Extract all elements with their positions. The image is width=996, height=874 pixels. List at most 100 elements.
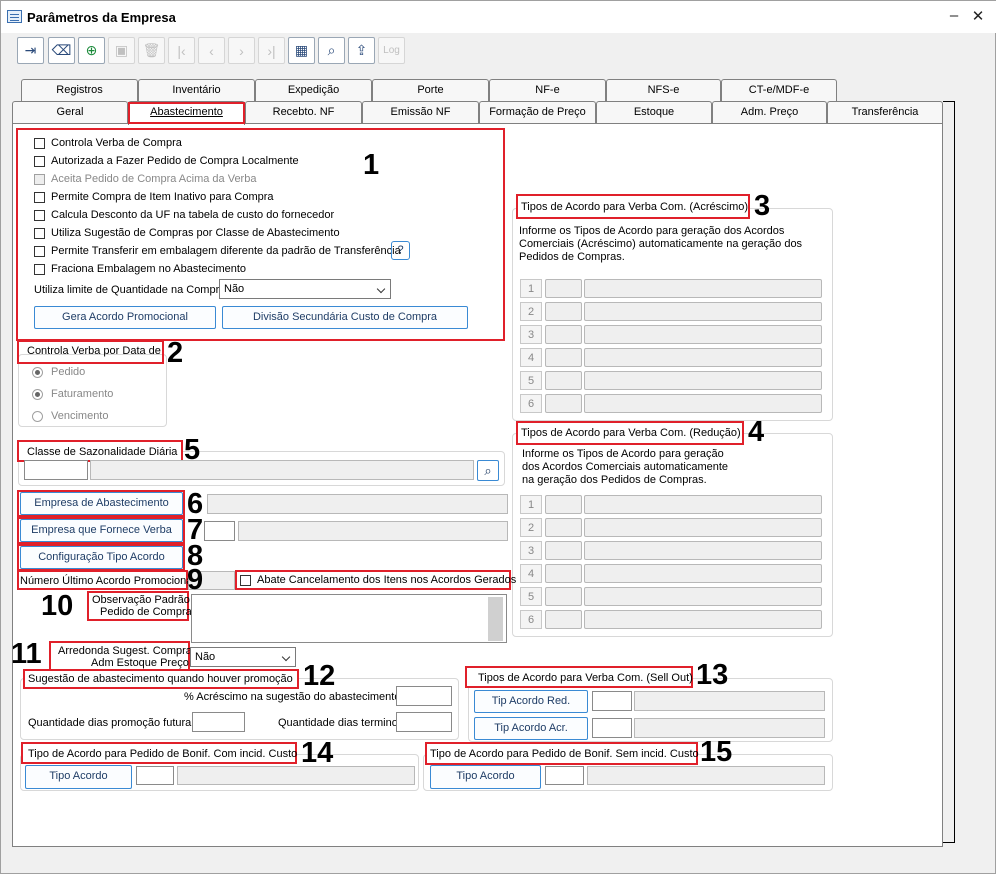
acrescimo-input[interactable] xyxy=(396,686,452,706)
acordo-code-cell[interactable] xyxy=(545,325,582,344)
radio-pedido[interactable]: Pedido xyxy=(32,366,85,378)
verba-data-title: Controla Verba por Data de xyxy=(27,345,161,357)
acordo-code-cell[interactable] xyxy=(545,518,582,537)
tab-registros[interactable]: Registros xyxy=(21,79,138,101)
search-icon[interactable]: ⌕ xyxy=(318,37,345,64)
acordo-code-cell[interactable] xyxy=(545,302,582,321)
acordo-code-cell[interactable] xyxy=(545,371,582,390)
checkbox-autorizada-pedido[interactable]: Autorizada a Fazer Pedido de Compra Loca… xyxy=(34,155,299,167)
window: Parâmetros da Empresa – ✕ ⇥ ⌫ ⊕ ▣ 🗑 |‹ ‹… xyxy=(0,0,996,874)
checkbox-desconto-uf[interactable]: Calcula Desconto da UF na tabela de cust… xyxy=(34,209,334,221)
sazonalidade-code-input[interactable] xyxy=(24,460,88,480)
tab-estoque[interactable]: Estoque xyxy=(596,101,712,123)
checkbox-abate-cancelamento[interactable]: Abate Cancelamento dos Itens nos Acordos… xyxy=(240,574,516,586)
exit-icon[interactable]: ⇥ xyxy=(17,37,44,64)
empresa-verba-code-input[interactable] xyxy=(204,521,235,541)
limite-select[interactable]: Não xyxy=(219,279,391,299)
acordo-desc-cell xyxy=(584,564,822,583)
tab-inventario[interactable]: Inventário xyxy=(138,79,255,101)
annotation-number-10: 10 xyxy=(41,590,74,622)
annotation-number-1: 1 xyxy=(363,149,380,181)
acordo-acrescimo-title: Tipos de Acordo para Verba Com. (Acrésci… xyxy=(521,201,749,213)
acordo-desc-cell xyxy=(584,302,822,321)
tip-acordo-acr-button[interactable]: Tip Acordo Acr. xyxy=(474,717,588,740)
grid-icon[interactable]: ▦ xyxy=(288,37,315,64)
tab-adm-preco[interactable]: Adm. Preço xyxy=(712,101,827,123)
row-number: 2 xyxy=(520,518,542,537)
checkbox-transferir-embalagem[interactable]: Permite Transferir em embalagem diferent… xyxy=(34,245,401,257)
checkbox-sugestao-classe[interactable]: Utiliza Sugestão de Compras por Classe d… xyxy=(34,227,340,239)
checkbox-controla-verba[interactable]: Controla Verba de Compra xyxy=(34,137,182,149)
minimize-button[interactable]: – xyxy=(944,7,964,24)
radio-faturamento[interactable]: Faturamento xyxy=(32,388,113,400)
tab-recebto-nf[interactable]: Recebto. NF xyxy=(245,101,362,123)
delete-icon[interactable]: 🗑 xyxy=(138,37,165,64)
last-icon[interactable]: ›| xyxy=(258,37,285,64)
tab-transferencia[interactable]: Transferência xyxy=(827,101,943,123)
bonif-com-incid-button[interactable]: Tipo Acordo xyxy=(25,765,132,789)
tip-acordo-red-input[interactable] xyxy=(592,691,632,711)
arredonda-select[interactable]: Não xyxy=(190,647,296,667)
tab-nfse[interactable]: NFS-e xyxy=(606,79,721,101)
numero-acordo-label: Número Último Acordo Promocional xyxy=(20,575,195,587)
acordo-code-cell[interactable] xyxy=(545,610,582,629)
bonif-com-incid-title: Tipo de Acordo para Pedido de Bonif. Com… xyxy=(28,748,298,760)
help-icon[interactable]: ? xyxy=(391,241,410,260)
tip-acordo-red-button[interactable]: Tip Acordo Red. xyxy=(474,690,588,713)
bonif-sem-incid-title: Tipo de Acordo para Pedido de Bonif. Sem… xyxy=(430,748,699,760)
export-icon[interactable]: ⇪ xyxy=(348,37,375,64)
divisao-secundaria-button[interactable]: Divisão Secundária Custo de Compra xyxy=(222,306,468,329)
row-number: 4 xyxy=(520,348,542,367)
bonif-sem-incid-field xyxy=(587,766,825,785)
acordo-desc-cell xyxy=(584,495,822,514)
annotation-number-13: 13 xyxy=(696,659,729,691)
annotation-box-7 xyxy=(17,517,185,544)
bonif-sem-incid-input[interactable] xyxy=(545,766,584,785)
tip-acordo-acr-input[interactable] xyxy=(592,718,632,738)
checkbox-compra-inativo[interactable]: Permite Compra de Item Inativo para Comp… xyxy=(34,191,274,203)
observacao-scrollbar[interactable] xyxy=(488,597,503,641)
acordo-code-cell[interactable] xyxy=(545,495,582,514)
acordo-code-cell[interactable] xyxy=(545,279,582,298)
acordo-code-cell[interactable] xyxy=(545,587,582,606)
tab-cte-mdfe[interactable]: CT-e/MDF-e xyxy=(721,79,837,101)
add-icon[interactable]: ⊕ xyxy=(78,37,105,64)
checkbox-fraciona-embalagem[interactable]: Fraciona Embalagem no Abastecimento xyxy=(34,263,246,275)
limite-label: Utiliza limite de Quantidade na Compra xyxy=(34,284,226,296)
tab-geral[interactable]: Geral xyxy=(12,101,128,123)
dias-futura-input[interactable] xyxy=(192,712,245,732)
radio-vencimento[interactable]: Vencimento xyxy=(32,410,108,422)
first-icon[interactable]: |‹ xyxy=(168,37,195,64)
tab-nfe[interactable]: NF-e xyxy=(489,79,606,101)
tab-porte[interactable]: Porte xyxy=(372,79,489,101)
dias-termino-input[interactable] xyxy=(396,712,452,732)
log-button[interactable]: Log xyxy=(378,37,405,64)
next-icon[interactable]: › xyxy=(228,37,255,64)
tab-expedicao[interactable]: Expedição xyxy=(255,79,372,101)
save-icon[interactable]: ▣ xyxy=(108,37,135,64)
annotation-number-14: 14 xyxy=(301,737,334,769)
empresa-verba-field xyxy=(238,521,508,541)
acordo-code-cell[interactable] xyxy=(545,394,582,413)
acordo-desc-cell xyxy=(584,518,822,537)
title-bar: Parâmetros da Empresa – ✕ xyxy=(1,1,996,33)
eraser-icon[interactable]: ⌫ xyxy=(48,37,75,64)
prev-icon[interactable]: ‹ xyxy=(198,37,225,64)
search-icon[interactable]: ⌕ xyxy=(477,460,499,481)
acordo-code-cell[interactable] xyxy=(545,564,582,583)
acordo-desc-cell xyxy=(584,279,822,298)
app-icon xyxy=(7,10,22,23)
sazonalidade-desc-field xyxy=(90,460,474,480)
annotation-number-2: 2 xyxy=(167,337,184,369)
tab-emissao-nf[interactable]: Emissão NF xyxy=(362,101,479,123)
acordo-code-cell[interactable] xyxy=(545,541,582,560)
annotation-box-8 xyxy=(17,544,185,571)
checkbox-aceita-pedido[interactable]: Aceita Pedido de Compra Acima da Verba xyxy=(34,173,256,185)
observacao-textarea[interactable] xyxy=(191,594,507,643)
bonif-sem-incid-button[interactable]: Tipo Acordo xyxy=(430,765,541,789)
gera-acordo-button[interactable]: Gera Acordo Promocional xyxy=(34,306,216,329)
acordo-code-cell[interactable] xyxy=(545,348,582,367)
tab-formacao-preco[interactable]: Formação de Preço xyxy=(479,101,596,123)
bonif-com-incid-input[interactable] xyxy=(136,766,174,785)
close-button[interactable]: ✕ xyxy=(968,7,988,25)
